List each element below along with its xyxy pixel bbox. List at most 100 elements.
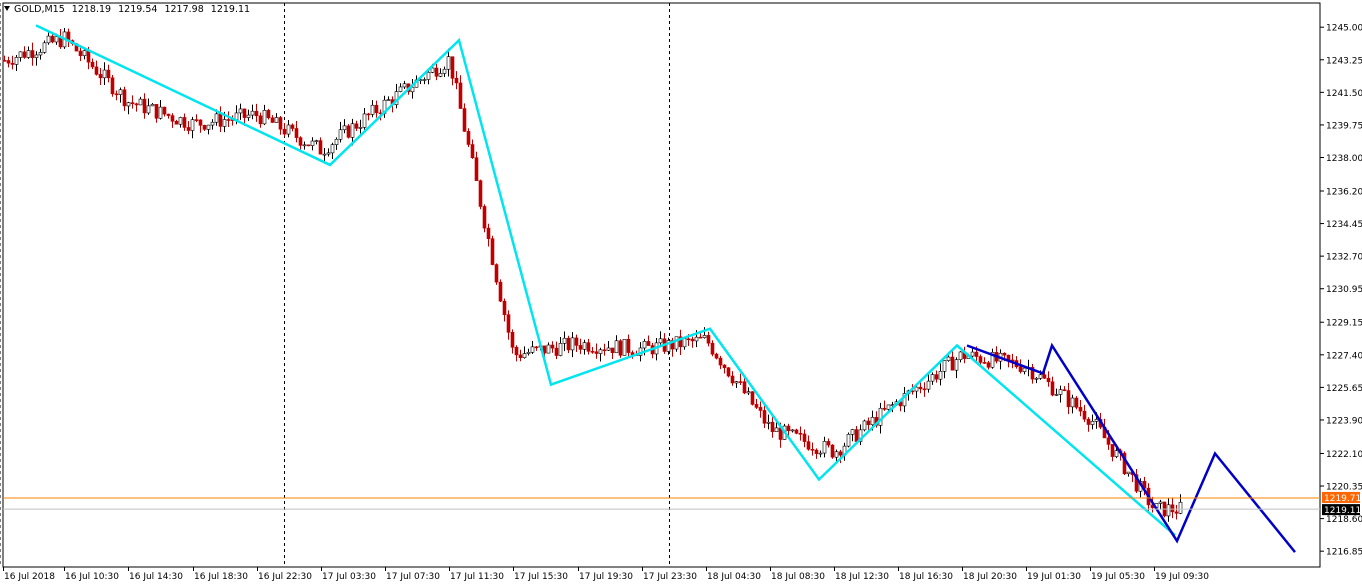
candle-body xyxy=(554,347,559,356)
candle-body xyxy=(578,345,583,350)
candle-body xyxy=(238,108,243,114)
candle-body xyxy=(918,386,923,390)
candle-body xyxy=(658,338,663,344)
candle-body xyxy=(786,425,791,432)
candle-body xyxy=(862,420,867,431)
candle-body xyxy=(586,342,591,352)
candle-body xyxy=(594,351,599,354)
candle-body xyxy=(1094,419,1099,422)
candle-body xyxy=(458,82,463,109)
chart-window[interactable]: 1245.00 1243.25 1241.50 1239.75 1238.00 1236.… xyxy=(0,0,1362,585)
bid-price-label: 1219.11 xyxy=(1324,506,1361,516)
y-tick-label: 1229.15 xyxy=(1326,319,1362,329)
candle-body xyxy=(282,128,287,135)
candle-body xyxy=(334,138,339,145)
candle-body xyxy=(290,124,295,129)
candle-body xyxy=(14,57,19,65)
candle-body xyxy=(742,381,747,394)
candle-body xyxy=(982,362,987,364)
candle-body xyxy=(318,140,323,155)
candle-body xyxy=(110,77,115,95)
candle-body xyxy=(522,353,527,358)
candle-body xyxy=(278,117,283,130)
candle-body xyxy=(166,113,171,116)
x-tick-label: 19 Jul 05:30 xyxy=(1091,572,1145,582)
candle-body xyxy=(790,429,795,432)
candle-body xyxy=(642,341,647,349)
candle-body xyxy=(142,98,147,114)
candle-body xyxy=(10,62,15,65)
x-tick-label: 18 Jul 04:30 xyxy=(707,572,761,582)
price-chart[interactable]: 1245.00 1243.25 1241.50 1239.75 1238.00 1236.… xyxy=(0,0,1362,585)
candle-body xyxy=(734,381,739,384)
candle-body xyxy=(438,73,443,77)
candle-body xyxy=(82,50,87,56)
candle-body xyxy=(1114,450,1119,457)
candle-body xyxy=(798,433,803,435)
candle-body xyxy=(682,338,687,348)
candle-body xyxy=(1066,390,1071,408)
candle-body xyxy=(686,338,691,341)
candles xyxy=(2,27,1183,522)
candle-body xyxy=(402,83,407,88)
candle-body xyxy=(1062,389,1067,391)
candle-body xyxy=(942,360,947,372)
chart-title-bar: GOLD,M15 1218.19 1219.54 1217.98 1219.11 xyxy=(4,4,254,15)
y-tick-label: 1225.65 xyxy=(1326,384,1362,394)
candle-body xyxy=(86,50,91,63)
candle-body xyxy=(950,356,955,371)
x-tick-label: 16 Jul 18:30 xyxy=(194,572,248,582)
candle-body xyxy=(42,42,47,53)
candle-body xyxy=(242,108,247,118)
candle-body xyxy=(886,404,891,410)
candle-body xyxy=(602,349,607,352)
candle-body xyxy=(226,119,231,121)
candle-body xyxy=(814,449,819,454)
candle-body xyxy=(134,103,139,106)
y-tick-label: 1223.90 xyxy=(1326,416,1362,426)
candle-body xyxy=(958,351,963,360)
dropdown-triangle-icon[interactable] xyxy=(4,6,10,11)
candle-body xyxy=(210,121,215,126)
candle-body xyxy=(258,115,263,125)
candle-body xyxy=(178,117,183,125)
candle-body xyxy=(174,120,179,125)
candle-body xyxy=(218,113,223,127)
y-tick-label: 1234.45 xyxy=(1326,220,1362,230)
candle-body xyxy=(498,281,503,302)
y-tick-label: 1230.95 xyxy=(1326,285,1362,295)
candle-body xyxy=(914,386,919,392)
candle-body xyxy=(426,72,431,80)
candle-body xyxy=(34,54,39,58)
y-tick-label: 1236.20 xyxy=(1326,188,1362,198)
candle-body xyxy=(946,356,951,361)
candle-body xyxy=(102,69,107,79)
candle-body xyxy=(718,357,723,366)
projection-line xyxy=(966,342,1296,553)
candle-body xyxy=(358,127,363,129)
candle-body xyxy=(582,342,587,350)
candle-body xyxy=(802,433,807,442)
candle-body xyxy=(810,448,815,451)
candle-body xyxy=(1126,471,1131,475)
candle-body xyxy=(754,404,759,408)
ask-price-label: 1219.71 xyxy=(1324,494,1361,504)
candle-body xyxy=(846,434,851,447)
candle-body xyxy=(758,407,763,411)
candle-body xyxy=(978,356,983,363)
candle-body xyxy=(1046,377,1051,383)
candle-body xyxy=(190,119,195,131)
candle-body xyxy=(346,125,351,138)
y-tick-label: 1232.70 xyxy=(1326,253,1362,263)
candle-body xyxy=(366,113,371,116)
candle-body xyxy=(558,343,563,356)
candle-body xyxy=(326,152,331,155)
candle-body xyxy=(618,340,623,356)
candle-body xyxy=(926,380,931,390)
candle-body xyxy=(646,341,651,346)
y-tick-label: 1241.50 xyxy=(1326,89,1362,99)
candle-body xyxy=(78,50,83,56)
candle-body xyxy=(882,407,887,410)
x-tick-label: 16 Jul 22:30 xyxy=(258,572,312,582)
candle-body xyxy=(342,125,347,131)
